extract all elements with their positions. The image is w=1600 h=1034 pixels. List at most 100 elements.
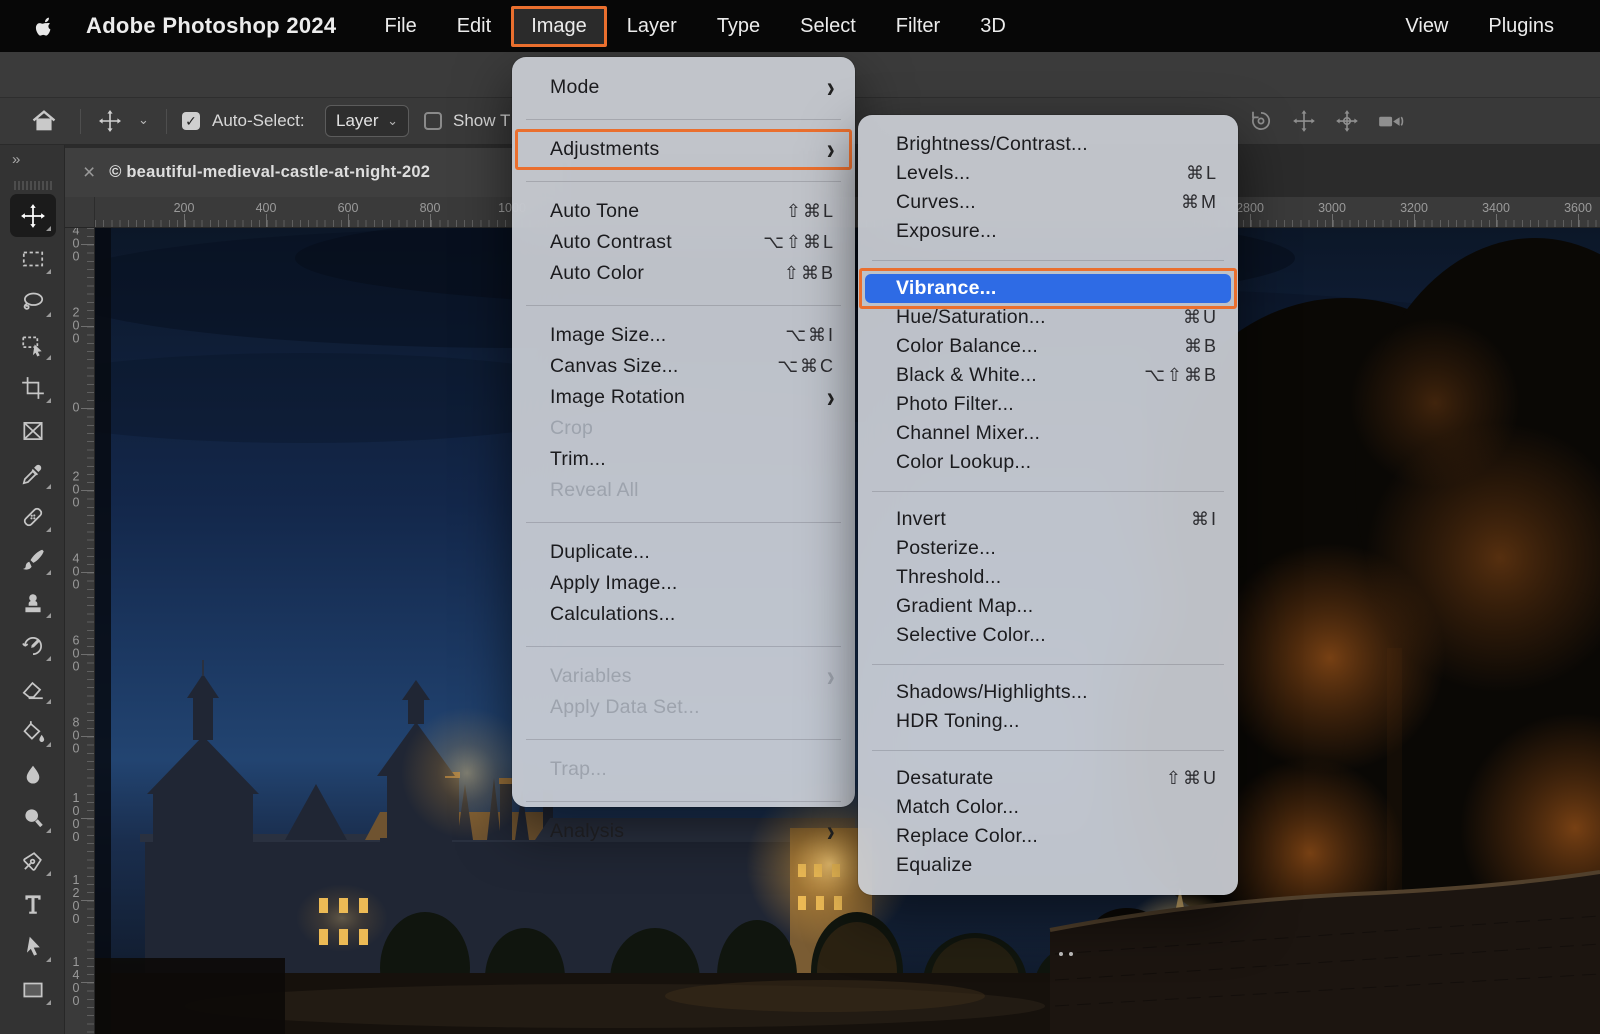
vertical-ruler[interactable]: 4 0 02 0 002 0 04 0 06 0 08 0 01 0 0 01 …: [65, 228, 95, 1034]
image-menu-item-apply-image[interactable]: Apply Image...: [512, 568, 855, 599]
adjustments-submenu-item-curves[interactable]: Curves...⌘M: [858, 188, 1238, 217]
adjustments-submenu-item-color-lookup[interactable]: Color Lookup...: [858, 448, 1238, 477]
rectangular-marquee-tool[interactable]: [10, 237, 56, 280]
move-tool-icon[interactable]: [98, 109, 122, 138]
adjustments-submenu-item-posterize[interactable]: Posterize...: [858, 534, 1238, 563]
move-icon: [20, 203, 46, 229]
auto-select-checkbox[interactable]: ✓: [182, 112, 200, 130]
menu-item-label: HDR Toning...: [896, 710, 1020, 733]
camera-icon[interactable]: [1377, 108, 1405, 139]
menubar-item-file[interactable]: File: [364, 6, 436, 47]
menubar-item-select[interactable]: Select: [780, 6, 876, 47]
orbit-3d-icon[interactable]: [1334, 108, 1360, 139]
frame-tool[interactable]: [10, 409, 56, 452]
adjustments-submenu-item-channel-mixer[interactable]: Channel Mixer...: [858, 419, 1238, 448]
adjustments-submenu-item-hue-saturation[interactable]: Hue/Saturation...⌘U: [858, 303, 1238, 332]
blur-tool[interactable]: [10, 753, 56, 796]
tool-list: [10, 194, 56, 1034]
pen-tool[interactable]: [10, 839, 56, 882]
image-menu-item-trim[interactable]: Trim...: [512, 444, 855, 475]
image-menu-item-calculations[interactable]: Calculations...: [512, 599, 855, 630]
menu-item-label: Levels...: [896, 162, 970, 185]
h-ruler-label: 3000: [1318, 201, 1346, 215]
adjustments-submenu-item-photo-filter[interactable]: Photo Filter...: [858, 390, 1238, 419]
adjustments-submenu-item-invert[interactable]: Invert⌘I: [858, 505, 1238, 534]
path-selection-tool[interactable]: [10, 925, 56, 968]
adjustments-submenu-item-equalize[interactable]: Equalize: [858, 851, 1238, 880]
adjustments-submenu-item-exposure[interactable]: Exposure...: [858, 217, 1238, 246]
image-menu-item-adjustments[interactable]: Adjustments›: [512, 134, 855, 165]
image-menu-item-image-size[interactable]: Image Size...⌥⌘I: [512, 320, 855, 351]
document-tab[interactable]: × © beautiful-medieval-castle-at-night-2…: [65, 148, 537, 197]
paint-bucket-tool[interactable]: [10, 710, 56, 753]
image-menu-item-canvas-size[interactable]: Canvas Size...⌥⌘C: [512, 351, 855, 382]
menu-item-label: Variables: [550, 665, 632, 688]
menubar-item-filter[interactable]: Filter: [876, 6, 960, 47]
object-selection-tool[interactable]: [10, 323, 56, 366]
eyedropper-tool[interactable]: [10, 452, 56, 495]
adjustments-submenu-item-shadows-highlights[interactable]: Shadows/Highlights...: [858, 678, 1238, 707]
divider: [80, 109, 81, 134]
menu-item-label: Shadows/Highlights...: [896, 681, 1088, 704]
image-menu-item-duplicate[interactable]: Duplicate...: [512, 537, 855, 568]
type-tool[interactable]: [10, 882, 56, 925]
clone-stamp-tool[interactable]: [10, 581, 56, 624]
menubar-item-3d[interactable]: 3D: [960, 6, 1026, 47]
lasso-tool[interactable]: [10, 280, 56, 323]
history-brush-icon: [20, 633, 46, 659]
history-brush-tool[interactable]: [10, 624, 56, 667]
image-menu-item-auto-contrast[interactable]: Auto Contrast⌥⇧⌘L: [512, 227, 855, 258]
auto-select-target-dropdown[interactable]: Layer ⌄: [325, 105, 409, 137]
rotate-view-icon[interactable]: [1248, 108, 1274, 139]
image-menu-item-image-rotation[interactable]: Image Rotation›: [512, 382, 855, 413]
menubar-item-layer[interactable]: Layer: [607, 6, 697, 47]
rectangle-tool[interactable]: [10, 968, 56, 1011]
image-menu-item-auto-color[interactable]: Auto Color⇧⌘B: [512, 258, 855, 289]
menu-item-label: Hue/Saturation...: [896, 306, 1046, 329]
pan-3d-icon[interactable]: [1291, 108, 1317, 139]
adjustments-submenu-item-levels[interactable]: Levels...⌘L: [858, 159, 1238, 188]
flyout-indicator: [46, 957, 51, 962]
adjustments-submenu-item-black-white[interactable]: Black & White...⌥⇧⌘B: [858, 361, 1238, 390]
adjustments-submenu-item-match-color[interactable]: Match Color...: [858, 793, 1238, 822]
adjustments-submenu-item-threshold[interactable]: Threshold...: [858, 563, 1238, 592]
adjustments-submenu-item-hdr-toning[interactable]: HDR Toning...: [858, 707, 1238, 736]
adjustments-submenu-item-brightness-contrast[interactable]: Brightness/Contrast...: [858, 130, 1238, 159]
menubar-item-edit[interactable]: Edit: [437, 6, 511, 47]
eraser-tool[interactable]: [10, 667, 56, 710]
image-menu-item-analysis[interactable]: Analysis›: [512, 816, 855, 847]
crop-icon: [20, 375, 46, 401]
menu-item-label: Trim...: [550, 448, 606, 471]
menubar-item-view[interactable]: View: [1385, 6, 1468, 47]
menubar-item-type[interactable]: Type: [697, 6, 780, 47]
spot-healing-brush-tool[interactable]: [10, 495, 56, 538]
show-transform-checkbox[interactable]: [424, 112, 442, 130]
image-menu-item-mode[interactable]: Mode›: [512, 72, 855, 103]
apple-icon[interactable]: [34, 13, 56, 39]
menubar-item-image[interactable]: Image: [511, 6, 607, 47]
menubar-item-plugins[interactable]: Plugins: [1468, 6, 1574, 47]
adjustments-submenu-item-desaturate[interactable]: Desaturate⇧⌘U: [858, 764, 1238, 793]
brush-tool[interactable]: [10, 538, 56, 581]
menu-separator: [858, 650, 1238, 678]
adjustments-submenu-item-vibrance[interactable]: Vibrance...: [865, 274, 1231, 303]
adjustments-submenu-item-color-balance[interactable]: Color Balance...⌘B: [858, 332, 1238, 361]
adjustments-submenu-item-gradient-map[interactable]: Gradient Map...: [858, 592, 1238, 621]
collapse-panel-button[interactable]: »: [12, 151, 21, 168]
h-ruler-label: 200: [174, 201, 195, 215]
move-tool[interactable]: [10, 194, 56, 237]
hand-tool[interactable]: [10, 1011, 56, 1034]
chevron-down-icon[interactable]: ⌄: [138, 112, 149, 128]
adjustments-submenu-item-selective-color[interactable]: Selective Color...: [858, 621, 1238, 650]
menu-item-label: Posterize...: [896, 537, 996, 560]
image-menu-item-auto-tone[interactable]: Auto Tone⇧⌘L: [512, 196, 855, 227]
adjustments-submenu-item-replace-color[interactable]: Replace Color...: [858, 822, 1238, 851]
h-ruler-label: 3600: [1564, 201, 1592, 215]
crop-tool[interactable]: [10, 366, 56, 409]
dodge-tool[interactable]: [10, 796, 56, 839]
home-icon[interactable]: [30, 107, 58, 140]
menu-separator: [512, 723, 855, 754]
menu-item-label: Canvas Size...: [550, 355, 679, 378]
panel-grip[interactable]: [14, 181, 52, 190]
close-tab-icon[interactable]: ×: [83, 161, 95, 185]
